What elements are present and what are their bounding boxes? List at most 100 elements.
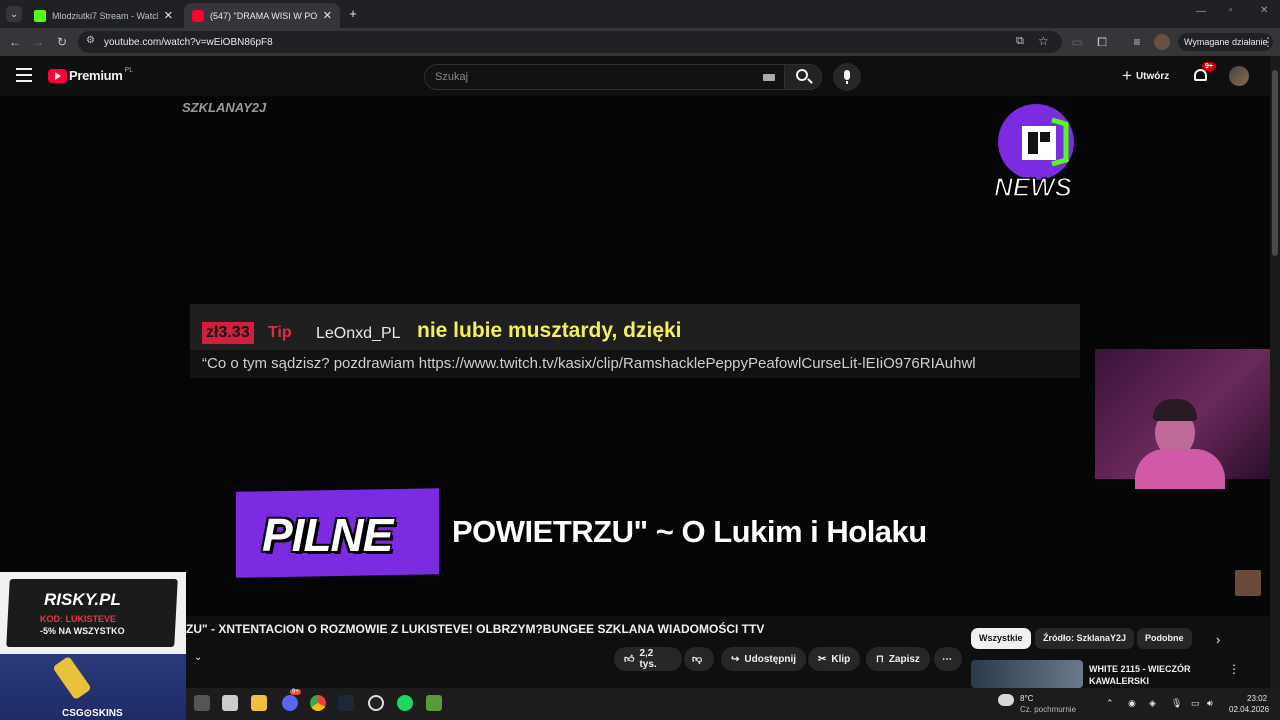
tip-label: Tip bbox=[268, 324, 292, 341]
microphone-icon bbox=[844, 70, 850, 80]
save-button[interactable]: ⊓ Zapisz bbox=[866, 647, 930, 671]
weather-desc: Cz. pochmurnie bbox=[1020, 705, 1077, 714]
steam-app-icon[interactable] bbox=[338, 695, 354, 711]
tray-app-icon[interactable]: ◉ bbox=[1128, 698, 1136, 709]
breaking-banner-headline: POWIETRZU" ~ O Lukim i Holaku bbox=[452, 514, 927, 549]
tab-search-button[interactable]: ⌄ bbox=[6, 6, 22, 22]
task-view-icon[interactable] bbox=[194, 695, 210, 711]
keyboard-icon[interactable] bbox=[763, 74, 775, 81]
notifications-badge: 9+ bbox=[1202, 62, 1216, 71]
notifications-button[interactable]: 9+ bbox=[1193, 62, 1216, 84]
news-logo-text: NEWS bbox=[994, 172, 1073, 202]
extension-placeholder-icon[interactable]: ▭ bbox=[1069, 34, 1085, 50]
save-label: Zapisz bbox=[888, 653, 920, 665]
description-expand-icon[interactable]: ⌄ bbox=[194, 652, 210, 666]
tab-label: (547) "DRAMA WISI W POWIET... bbox=[210, 10, 317, 21]
display-tray-icon[interactable]: ▭ bbox=[1191, 698, 1200, 709]
volume-icon[interactable]: 🔊︎ bbox=[1207, 698, 1213, 709]
sponsor-discount: -5% NA WSZYSTKO bbox=[40, 626, 125, 636]
youtube-logo[interactable]: Premium PL bbox=[48, 67, 134, 83]
logo-region: PL bbox=[124, 67, 134, 74]
browser-tab-strip: ⌄ Mlodziutki7 Stream - Watch Li... ✕ (54… bbox=[0, 0, 1280, 28]
chip-source[interactable]: Źródło: SzklanaY2J bbox=[1035, 628, 1135, 649]
search-input[interactable]: Szukaj bbox=[424, 64, 785, 90]
dislike-button[interactable]: 👎︎ bbox=[684, 647, 714, 671]
chips-next-icon[interactable]: › bbox=[1216, 632, 1220, 647]
share-label: Udostępnij bbox=[744, 653, 797, 665]
tip-sub-message: “Co o tym sądzisz? pozdrawiam https://ww… bbox=[202, 355, 976, 372]
weather-temp: 8°C bbox=[1020, 694, 1034, 703]
tip-amount: zł3.33 bbox=[202, 322, 254, 344]
site-info-icon[interactable]: ⚙ bbox=[86, 35, 95, 46]
like-button[interactable]: 👍︎ 2,2 tys. bbox=[614, 647, 682, 671]
file-explorer-icon[interactable] bbox=[251, 695, 267, 711]
new-tab-button[interactable]: + bbox=[345, 6, 361, 22]
recommendation-menu-icon[interactable]: ⋮ bbox=[1228, 662, 1240, 676]
video-player[interactable]: SZKLANAY2J NEWS zł3.33 Tip LeOnxd_PL nie… bbox=[0, 96, 1270, 616]
search-button[interactable] bbox=[784, 64, 822, 90]
reading-list-icon[interactable]: ≡ bbox=[1129, 34, 1145, 50]
chrome-app-icon[interactable] bbox=[310, 695, 326, 711]
channel-watermark: SZKLANAY2J bbox=[182, 100, 267, 115]
mini-avatar-thumbnail bbox=[1235, 570, 1261, 596]
tab-youtube-video[interactable]: (547) "DRAMA WISI W POWIET... ✕ bbox=[184, 3, 340, 28]
hamburger-menu-icon[interactable] bbox=[16, 68, 32, 82]
discord-badge: 9+ bbox=[290, 689, 301, 695]
profile-action-label: Wymagane działanie bbox=[1184, 37, 1268, 47]
window-minimize-icon[interactable]: — bbox=[1196, 6, 1206, 17]
recommendation-title[interactable]: WHITE 2115 - WIECZÓR KAWALERSKI bbox=[1089, 663, 1219, 687]
tab-label: Mlodziutki7 Stream - Watch Li... bbox=[52, 10, 158, 21]
clock-time[interactable]: 23:02 bbox=[1247, 694, 1267, 703]
browser-toolbar: ← → ↻ ⚙ youtube.com/watch?v=wEiOBN86pF8 … bbox=[0, 28, 1280, 56]
bookmark-star-icon[interactable]: ☆ bbox=[1038, 34, 1049, 48]
reload-icon[interactable]: ↻ bbox=[54, 34, 70, 50]
spotify-like-app-icon[interactable] bbox=[397, 695, 413, 711]
obs-app-icon[interactable] bbox=[368, 695, 384, 711]
share-button[interactable]: ↪ Udostępnij bbox=[721, 647, 807, 671]
chip-related[interactable]: Podobne bbox=[1137, 628, 1192, 649]
microphone-tray-icon[interactable]: 🎙︎ bbox=[1171, 698, 1182, 709]
tip-message: nie lubie musztardy, dzięki bbox=[417, 319, 682, 342]
plus-icon: + bbox=[1122, 66, 1132, 85]
weather-icon[interactable] bbox=[998, 694, 1014, 706]
scrollbar-thumb[interactable] bbox=[1272, 70, 1278, 256]
scissors-icon: ✂ bbox=[818, 653, 827, 665]
video-title: ZU" - XNTENTACION O ROZMOWIE Z LUKISTEVE… bbox=[186, 622, 765, 636]
url-text: youtube.com/watch?v=wEiOBN86pF8 bbox=[104, 36, 273, 48]
window-maximize-icon[interactable]: ▫ bbox=[1229, 5, 1233, 16]
forward-icon[interactable]: → bbox=[30, 34, 46, 50]
like-count: 2,2 tys. bbox=[639, 648, 657, 670]
address-bar[interactable]: ⚙ youtube.com/watch?v=wEiOBN86pF8 ⧉ ☆ bbox=[78, 31, 1062, 53]
tab-kick-stream[interactable]: Mlodziutki7 Stream - Watch Li... ✕ bbox=[26, 3, 181, 28]
discord-app-icon[interactable]: 9+ bbox=[282, 689, 301, 711]
tip-username: LeOnxd_PL bbox=[316, 325, 401, 342]
account-avatar[interactable] bbox=[1229, 66, 1249, 86]
create-button[interactable]: + Utwórz bbox=[1122, 66, 1169, 86]
search-placeholder: Szukaj bbox=[435, 71, 469, 83]
browser-menu-icon[interactable]: ⋮ bbox=[1260, 34, 1276, 50]
profile-avatar-icon[interactable] bbox=[1154, 34, 1170, 50]
minecraft-app-icon[interactable] bbox=[426, 695, 442, 711]
clip-button[interactable]: ✂ Klip bbox=[808, 647, 861, 671]
thumbs-down-icon: 👎︎ bbox=[692, 654, 703, 665]
tab-close-icon[interactable]: ✕ bbox=[323, 9, 332, 22]
more-actions-button[interactable]: ⋯ bbox=[934, 647, 962, 671]
clock-date[interactable]: 02.04.2026 bbox=[1229, 705, 1269, 714]
k-news-logo: NEWS bbox=[993, 104, 1074, 202]
breaking-banner-label: PILNE bbox=[262, 509, 393, 561]
terminal-app-icon[interactable] bbox=[222, 695, 238, 711]
clip-label: Klip bbox=[831, 653, 851, 665]
voice-search-button[interactable] bbox=[833, 63, 861, 91]
back-icon[interactable]: ← bbox=[7, 34, 23, 50]
tab-close-icon[interactable]: ✕ bbox=[164, 9, 173, 22]
streamer-webcam bbox=[1095, 349, 1270, 489]
recommendation-thumbnail[interactable] bbox=[971, 660, 1083, 688]
kick-favicon-icon bbox=[34, 9, 46, 22]
extensions-icon[interactable]: ⧠ bbox=[1094, 34, 1110, 50]
youtube-play-icon bbox=[48, 68, 67, 83]
tray-steam-icon[interactable]: ◈ bbox=[1149, 698, 1156, 709]
install-app-icon[interactable]: ⧉ bbox=[1016, 35, 1024, 48]
chip-all[interactable]: Wszystkie bbox=[971, 628, 1031, 649]
window-close-icon[interactable]: ✕ bbox=[1260, 5, 1268, 16]
tray-chevron-icon[interactable]: ⌃ bbox=[1106, 698, 1114, 709]
